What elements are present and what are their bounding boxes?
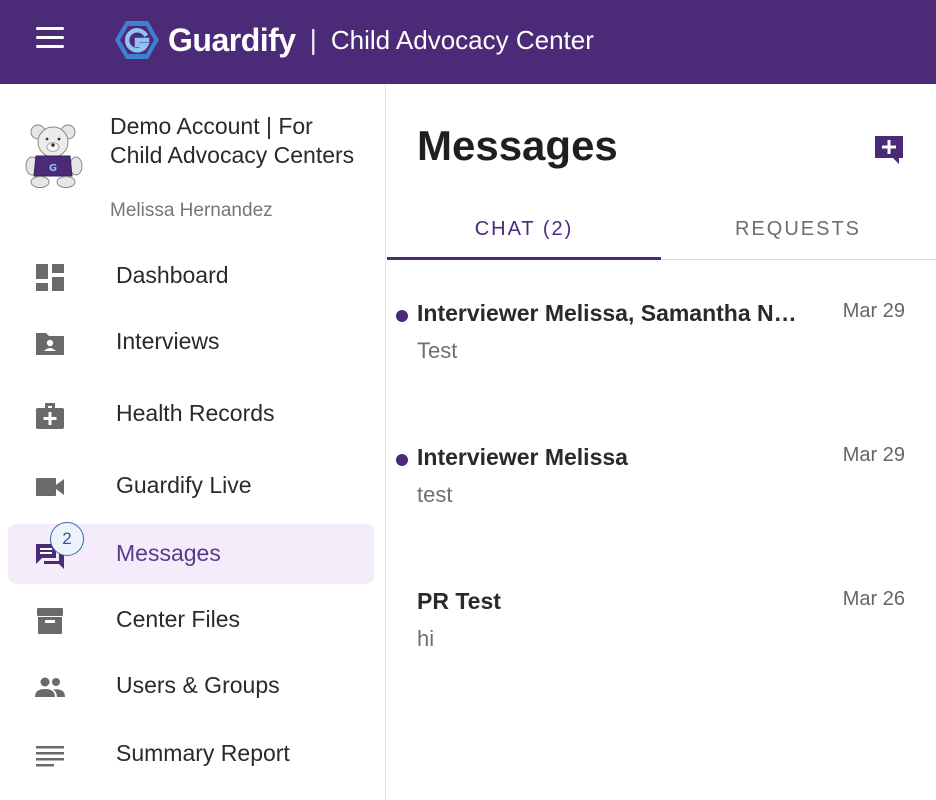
account-name: Demo Account | For Child Advocacy Center…	[110, 113, 355, 168]
teddy-bear-avatar: G	[25, 124, 83, 188]
thread-date: Mar 26	[842, 588, 905, 610]
thread-preview: Test	[417, 338, 458, 363]
sidebar-item-health-records[interactable]: Health Records	[8, 384, 374, 444]
hamburger-menu-icon[interactable]	[36, 27, 64, 49]
sidebar-item-dashboard[interactable]: Dashboard	[8, 246, 374, 306]
account-info: G Demo Account | For Child Advocacy Cent…	[24, 112, 374, 232]
brand[interactable]: Guardify | Child Advocacy Center	[114, 18, 594, 62]
active-tab-indicator	[387, 257, 661, 260]
thread-date: Mar 29	[842, 300, 905, 322]
sidebar-item-interviews[interactable]: Interviews	[8, 312, 374, 372]
sidebar-item-label: Health Records	[116, 400, 275, 426]
new-message-icon[interactable]	[873, 134, 905, 166]
message-tabs: CHAT (2) REQUESTS	[387, 198, 936, 260]
sidebar-item-label: Messages	[116, 540, 221, 566]
unread-dot	[396, 454, 408, 466]
page-title: Messages	[417, 122, 618, 169]
sidebar-item-center-files[interactable]: Center Files	[8, 590, 374, 650]
tab-chat[interactable]: CHAT (2)	[387, 198, 661, 260]
sidebar-item-label: Center Files	[116, 606, 240, 632]
people-icon	[35, 677, 65, 697]
dashboard-icon	[36, 264, 64, 291]
sidebar-item-label: Dashboard	[116, 262, 229, 288]
brand-subtitle: Child Advocacy Center	[330, 24, 594, 55]
sidebar-item-summary-report[interactable]: Summary Report	[8, 724, 374, 784]
unread-count-badge: 2	[50, 522, 84, 556]
unread-dot	[396, 310, 408, 322]
sidebar-item-guardify-live[interactable]: Guardify Live	[8, 456, 374, 516]
thread-date: Mar 29	[842, 444, 905, 466]
sidebar-item-messages[interactable]: 2 Messages	[8, 522, 374, 584]
folder-person-icon	[36, 333, 64, 355]
thread-preview: test	[417, 482, 453, 507]
sidebar-item-label: Interviews	[116, 328, 220, 354]
svg-text:G: G	[49, 163, 57, 174]
tab-requests[interactable]: REQUESTS	[661, 198, 935, 260]
message-thread[interactable]: Interviewer Melissa Mar 29 test	[387, 428, 936, 538]
sidebar-item-users-groups[interactable]: Users & Groups	[8, 656, 374, 716]
brand-name: Guardify	[168, 21, 296, 58]
brand-separator: |	[309, 24, 317, 55]
message-thread[interactable]: PR Test Mar 26 hi	[387, 572, 936, 682]
thread-title: Interviewer Melissa	[417, 444, 628, 470]
thread-title: Interviewer Melissa, Samantha Nowak	[417, 300, 797, 326]
sidebar: G Demo Account | For Child Advocacy Cent…	[0, 84, 386, 800]
sidebar-item-label: Users & Groups	[116, 672, 280, 698]
video-camera-icon	[36, 478, 64, 496]
medical-bag-icon	[36, 403, 64, 429]
account-user: Melissa Hernandez	[110, 200, 273, 221]
sidebar-item-label: Guardify Live	[116, 472, 252, 498]
message-thread[interactable]: Interviewer Melissa, Samantha Nowak Mar …	[387, 284, 936, 394]
messages-panel: Messages CHAT (2) REQUESTS Interviewer M…	[387, 84, 936, 800]
thread-title: PR Test	[417, 588, 501, 614]
archive-icon	[37, 608, 63, 634]
lines-icon	[36, 746, 64, 767]
app-bar: Guardify | Child Advocacy Center	[0, 0, 936, 84]
guardify-logo-icon	[115, 21, 159, 59]
thread-preview: hi	[417, 626, 435, 651]
sidebar-item-label: Summary Report	[116, 740, 290, 766]
